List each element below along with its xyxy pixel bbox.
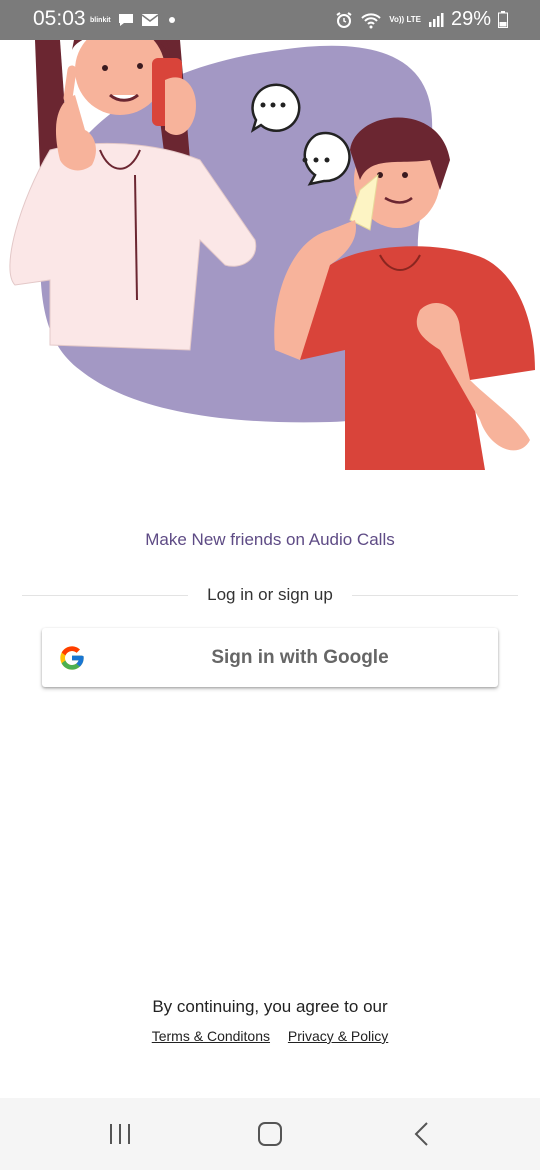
status-bar: 05:03 blinkit Vo)) LTE 29% <box>0 0 540 40</box>
dot-icon <box>168 17 175 23</box>
google-sign-in-button[interactable]: Sign in with Google <box>42 628 498 687</box>
speech-bubble-1 <box>250 83 301 133</box>
terms-link[interactable]: Terms & Conditons <box>152 1028 270 1044</box>
status-time: 05:03 <box>33 7 86 30</box>
mail-icon <box>141 14 159 26</box>
tagline: Make New friends on Audio Calls <box>145 530 395 549</box>
status-right-icons: Vo)) LTE 29% <box>335 8 508 31</box>
recents-icon[interactable] <box>106 1120 134 1148</box>
battery-icon <box>498 11 508 28</box>
home-icon[interactable] <box>256 1120 284 1148</box>
divider-line-right <box>352 595 518 596</box>
network-label: Vo)) LTE <box>389 14 421 24</box>
people-calling-illustration <box>9 40 535 470</box>
alarm-icon <box>336 11 352 28</box>
legal-links: Terms & Conditons Privacy & Policy <box>0 1028 540 1044</box>
back-icon[interactable] <box>408 1120 436 1148</box>
battery-percent: 29% <box>450 8 491 30</box>
blinkit-icon: blinkit <box>90 16 111 24</box>
status-left-icons: blinkit <box>90 12 179 28</box>
wifi-icon <box>361 12 381 28</box>
signal-icon <box>428 12 444 27</box>
google-button-label: Sign in with Google <box>211 647 389 668</box>
agree-text: By continuing, you agree to our <box>152 997 388 1016</box>
privacy-link[interactable]: Privacy & Policy <box>288 1028 388 1044</box>
hero-illustration <box>0 40 540 480</box>
login-divider: Log in or sign up <box>22 585 518 607</box>
chat-icon <box>118 14 133 26</box>
system-nav-bar <box>0 1098 540 1170</box>
